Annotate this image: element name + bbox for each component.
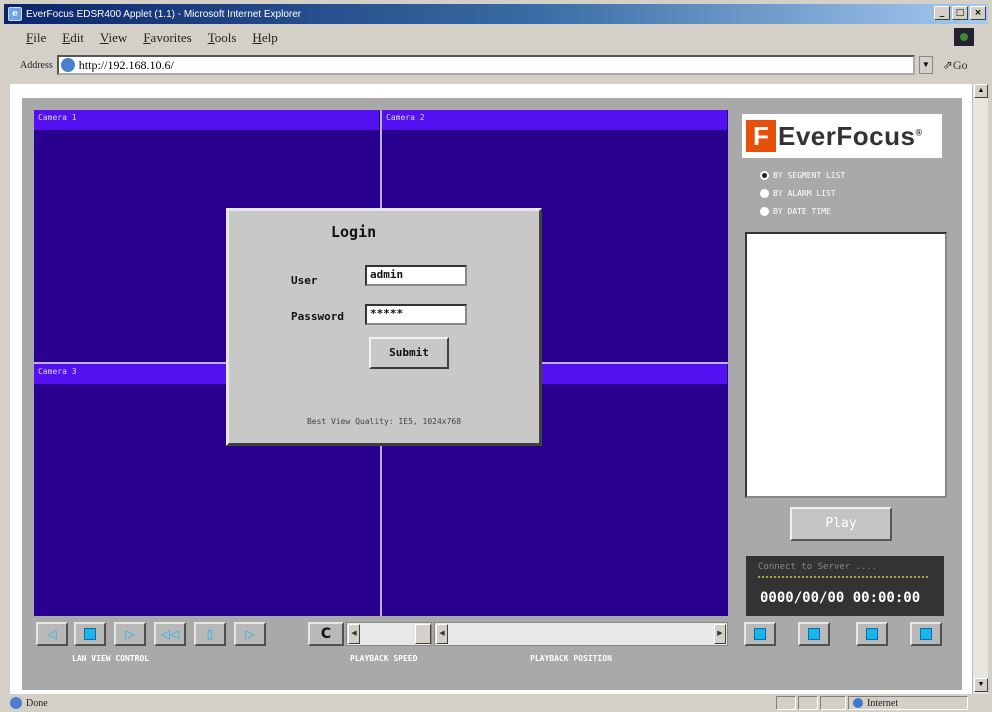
status-segment	[776, 696, 796, 710]
stop-icon	[84, 628, 96, 640]
go-button[interactable]: ⇗Go	[943, 58, 968, 73]
play-button[interactable]: Play	[790, 507, 892, 541]
logo-mark: F	[746, 120, 776, 152]
step-forward-icon: ▷	[245, 627, 255, 641]
menu-tools[interactable]: Tools	[208, 30, 237, 46]
radio-selected-icon[interactable]	[760, 170, 769, 180]
registered-mark: ®	[915, 126, 923, 137]
address-dropdown-icon[interactable]: ▼	[918, 56, 933, 74]
password-label: Password	[291, 310, 344, 323]
menu-file[interactable]: File	[26, 30, 46, 46]
connection-status-panel: Connect to Server .... 0000/00/00 00:00:…	[746, 556, 944, 616]
datetime-display: 0000/00/00 00:00:00	[760, 590, 921, 606]
security-zone: Internet	[848, 696, 968, 710]
minimize-button[interactable]: _	[934, 6, 950, 20]
radio-label: BY DATE TIME	[773, 206, 831, 216]
menu-edit[interactable]: Edit	[62, 30, 84, 46]
search-mode-group: BY SEGMENT LIST BY ALARM LIST BY DATE TI…	[760, 166, 845, 220]
step-back-button[interactable]: ◁◁	[154, 622, 186, 646]
live-view-control-label: LAN VIEW CONTROL	[72, 654, 150, 663]
page-done-icon	[10, 697, 22, 709]
layout-button-3[interactable]	[856, 622, 888, 646]
ie-icon: e	[8, 7, 22, 21]
pause-icon: ▯	[206, 627, 214, 641]
layout-button-1[interactable]	[744, 622, 776, 646]
step-back-icon: ◁◁	[160, 627, 180, 641]
window-controls: _ □ ×	[934, 6, 986, 20]
layout-4-icon	[920, 628, 932, 640]
brand-name: EverFocus	[778, 120, 916, 151]
layout-button-4[interactable]	[910, 622, 942, 646]
radio-alarm-list[interactable]: BY ALARM LIST	[760, 184, 845, 202]
radio-segment-list[interactable]: BY SEGMENT LIST	[760, 166, 845, 184]
window-title: EverFocus EDSR400 Applet (1.1) - Microso…	[26, 8, 302, 20]
status-segment	[798, 696, 818, 710]
user-label: User	[291, 274, 318, 287]
close-button[interactable]: ×	[970, 6, 986, 20]
layout-button-2[interactable]	[798, 622, 830, 646]
radio-icon[interactable]	[760, 206, 769, 216]
vertical-scrollbar[interactable]: ▲ ▼	[972, 84, 988, 694]
slider-left-icon[interactable]: ◀	[436, 624, 448, 644]
layout-3-icon	[866, 628, 878, 640]
play-forward-button[interactable]: ▷	[114, 622, 146, 646]
password-input[interactable]: *****	[365, 304, 467, 325]
radio-label: BY ALARM LIST	[773, 188, 836, 198]
slider-left-icon[interactable]: ◀	[348, 624, 360, 644]
pause-button[interactable]: ▯	[194, 622, 226, 646]
play-icon: ▷	[125, 627, 135, 641]
menu-help[interactable]: Help	[252, 30, 277, 46]
zone-text: Internet	[867, 697, 899, 709]
progress-dots	[758, 576, 928, 584]
menu-favorites[interactable]: Favorites	[143, 30, 191, 46]
rewind-button[interactable]: ◁	[36, 622, 68, 646]
address-input[interactable]: http://192.168.10.6/	[56, 55, 915, 75]
step-forward-button[interactable]: ▷	[234, 622, 266, 646]
stop-button[interactable]	[74, 622, 106, 646]
slider-right-icon[interactable]: ▶	[714, 624, 726, 644]
playback-speed-label: PLAYBACK SPEED	[350, 654, 418, 663]
segment-listbox[interactable]	[745, 232, 947, 498]
scroll-down-icon[interactable]: ▼	[974, 678, 988, 692]
scroll-up-icon[interactable]: ▲	[974, 84, 988, 98]
camera-2-label: Camera 2	[382, 110, 727, 130]
login-dialog: Login User admin Password ***** Submit B…	[226, 208, 542, 446]
slider-thumb[interactable]	[415, 624, 431, 644]
user-input[interactable]: admin	[365, 265, 467, 286]
menu-view[interactable]: View	[100, 30, 127, 46]
clear-button[interactable]: C	[308, 622, 344, 646]
address-label: Address	[20, 59, 53, 71]
logo-text: EverFocus®	[778, 121, 923, 152]
playback-position-label: PLAYBACK POSITION	[530, 654, 612, 663]
address-url: http://192.168.10.6/	[78, 57, 174, 72]
rewind-icon: ◁	[47, 627, 57, 641]
everfocus-logo: F EverFocus®	[742, 114, 942, 158]
status-text: Done	[26, 697, 48, 709]
page-icon	[60, 58, 75, 72]
layout-1-icon	[754, 628, 766, 640]
go-label: Go	[952, 57, 968, 72]
status-bar: Done Internet	[4, 694, 988, 712]
radio-label: BY SEGMENT LIST	[773, 170, 846, 180]
submit-button[interactable]: Submit	[369, 337, 449, 369]
radio-icon[interactable]	[760, 188, 769, 198]
radio-date-time[interactable]: BY DATE TIME	[760, 202, 845, 220]
connection-message: Connect to Server ....	[758, 562, 878, 572]
playback-position-slider[interactable]: ◀ ▶	[434, 622, 728, 646]
camera-1-label: Camera 1	[34, 110, 379, 130]
globe-icon	[853, 698, 863, 708]
playback-speed-slider[interactable]: ◀	[346, 622, 432, 646]
address-bar: Address http://192.168.10.6/ ▼ ⇗Go	[4, 52, 988, 78]
status-segment	[820, 696, 846, 710]
login-hint: Best View Quality: IE5, 1024x768	[306, 417, 462, 426]
windows-logo-icon	[954, 28, 974, 46]
title-bar: e EverFocus EDSR400 Applet (1.1) - Micro…	[4, 4, 988, 24]
menu-bar: File Edit View Favorites Tools Help	[4, 26, 988, 50]
login-title: Login	[331, 223, 377, 241]
maximize-button[interactable]: □	[952, 6, 968, 20]
layout-2-icon	[808, 628, 820, 640]
